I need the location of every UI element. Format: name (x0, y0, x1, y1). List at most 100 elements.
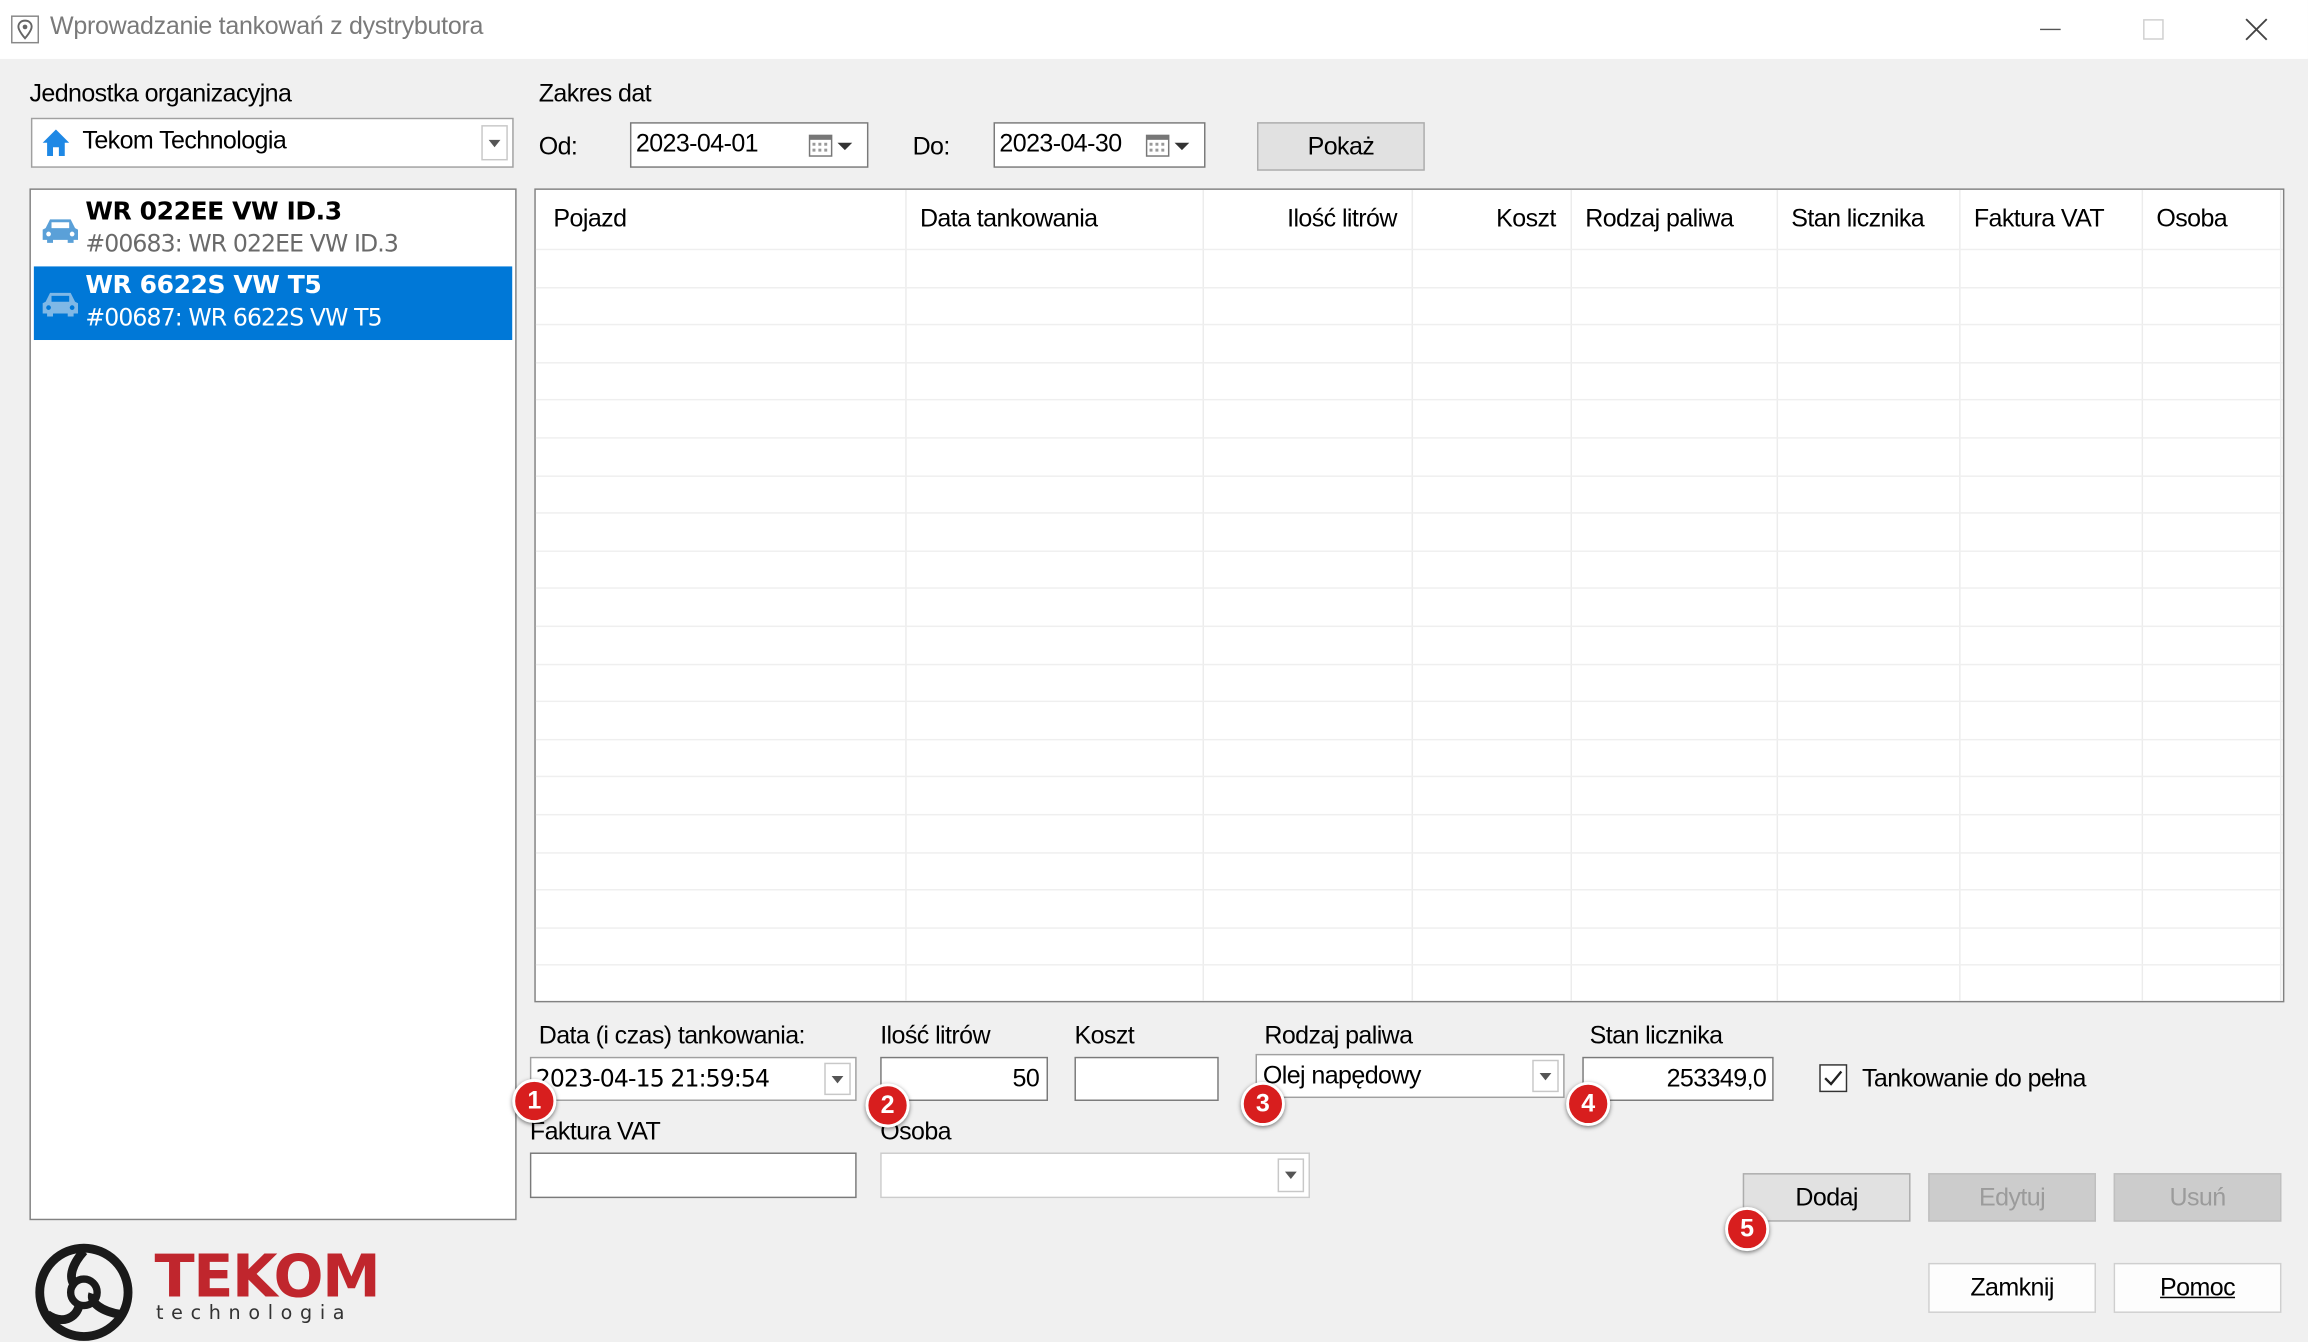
tekom-logo: TEKOM technologia (32, 1239, 385, 1342)
close-window-button[interactable] (2205, 0, 2308, 59)
grid-row-divider (535, 287, 2283, 289)
tekom-logo-icon (35, 1243, 133, 1341)
refuel-grid: Pojazd Data tankowania Ilość litrów Kosz… (534, 188, 2285, 1003)
grid-row-divider (535, 927, 2283, 929)
annotation-badge: 3 (1240, 1081, 1285, 1127)
grid-row-divider (535, 663, 2283, 666)
grid-column-divider (1959, 189, 1961, 1001)
column-header-odometer[interactable]: Stan licznika (1777, 190, 1960, 249)
fuel-type-dropdown[interactable]: Olej napędowy (1255, 1053, 1565, 1099)
date-to-label: Do: (912, 132, 951, 161)
grid-row-divider (535, 362, 2283, 364)
grid-header: Pojazd Data tankowania Ilość litrów Kosz… (536, 190, 2283, 249)
datetime-label: Data (i czas) tankowania: (538, 1021, 806, 1050)
chevron-down-icon[interactable] (481, 125, 508, 161)
calendar-dropdown-icon[interactable] (808, 132, 855, 158)
full-tank-checkbox[interactable] (1819, 1064, 1848, 1093)
chevron-down-icon[interactable] (1277, 1158, 1305, 1193)
grid-column-divider (1776, 189, 1779, 1001)
grid-row-divider (535, 512, 2283, 514)
fuel-entry-window: Wprowadzanie tankowań z dystrybutora Jed… (0, 0, 2308, 1342)
calendar-dropdown-icon[interactable] (1145, 132, 1192, 158)
date-from-value: 2023-04-01 (635, 129, 759, 158)
window-title: Wprowadzanie tankowań z dystrybutora (50, 11, 484, 40)
column-header-liters[interactable]: Ilość litrów (1203, 190, 1412, 249)
add-button[interactable]: Dodaj (1742, 1173, 1911, 1222)
vehicle-subtitle: #00687: WR 6622S VW T5 (85, 303, 382, 332)
checkmark-icon (1824, 1070, 1843, 1086)
help-button[interactable]: Pomoc (2113, 1262, 2282, 1313)
grid-column-divider (1411, 189, 1414, 1001)
home-icon (42, 129, 70, 157)
logo-tagline: technologia (156, 1302, 353, 1325)
annotation-badge: 1 (512, 1078, 557, 1124)
fuel-type-label: Rodzaj paliwa (1264, 1021, 1413, 1050)
grid-column-divider (2279, 189, 2282, 1001)
chevron-down-icon[interactable] (824, 1062, 851, 1096)
grid-row-divider (535, 813, 2283, 816)
column-header-vehicle[interactable]: Pojazd (539, 190, 907, 249)
annotation-badge: 4 (1566, 1081, 1611, 1127)
odometer-input[interactable]: 253349,0 (1582, 1056, 1774, 1101)
cost-input[interactable] (1074, 1056, 1219, 1101)
vehicle-list-item-selected[interactable]: WR 6622S VW T5 #00687: WR 6622S VW T5 (33, 266, 513, 341)
invoice-label: Faktura VAT (529, 1117, 661, 1146)
grid-column-divider (1202, 189, 1205, 1001)
close-icon (2245, 18, 2268, 41)
grid-row-divider (535, 248, 2283, 251)
edit-button[interactable]: Edytuj (1928, 1173, 2096, 1222)
date-to-picker[interactable]: 2023-04-30 (993, 122, 1206, 168)
grid-row-divider (535, 964, 2283, 966)
grid-row-divider (535, 625, 2283, 628)
org-unit-label: Jednostka organizacyjna (29, 79, 292, 108)
grid-row-divider (535, 775, 2283, 778)
column-header-invoice[interactable]: Faktura VAT (1959, 190, 2142, 249)
grid-row-divider (535, 889, 2283, 891)
logo-name: TEKOM (154, 1243, 381, 1312)
vehicle-title: WR 022EE VW ID.3 (85, 197, 342, 227)
vehicle-list: WR 022EE VW ID.3 #00683: WR 022EE VW ID.… (29, 188, 517, 1221)
grid-row-divider (535, 852, 2283, 854)
column-header-person[interactable]: Osoba (2142, 190, 2280, 249)
grid-column-divider (2141, 189, 2144, 1001)
date-range-label: Zakres dat (538, 79, 652, 108)
grid-row-divider (535, 323, 2283, 326)
chevron-down-icon[interactable] (1532, 1059, 1559, 1093)
app-location-icon (11, 15, 40, 44)
maximize-button[interactable] (2102, 0, 2205, 59)
grid-row-divider (535, 738, 2283, 741)
grid-row-divider (535, 398, 2283, 401)
grid-row-divider (535, 550, 2283, 552)
datetime-picker[interactable]: 2023-04-15 21:59:54 (529, 1056, 857, 1101)
column-header-cost[interactable]: Koszt (1412, 190, 1571, 249)
minimize-icon (2040, 28, 2061, 31)
odometer-label: Stan licznika (1589, 1021, 1723, 1050)
close-button[interactable]: Zamknij (1928, 1262, 2096, 1313)
column-header-fuel-type[interactable]: Rodzaj paliwa (1571, 190, 1777, 249)
title-bar: Wprowadzanie tankowań z dystrybutora (0, 0, 2308, 59)
datetime-value: 2023-04-15 21:59:54 (535, 1064, 770, 1093)
minimize-button[interactable] (1999, 0, 2102, 59)
vehicle-title: WR 6622S VW T5 (85, 270, 322, 301)
grid-row-divider (535, 437, 2283, 439)
person-dropdown[interactable] (880, 1152, 1310, 1199)
grid-row-divider (535, 587, 2283, 589)
show-button[interactable]: Pokaż (1257, 122, 1425, 171)
liters-value: 50 (1012, 1064, 1040, 1093)
fuel-type-value: Olej napędowy (1262, 1061, 1421, 1090)
invoice-input[interactable] (529, 1152, 857, 1199)
org-unit-dropdown[interactable]: Tekom Technologia (30, 117, 514, 168)
grid-column-divider (905, 189, 907, 1001)
column-header-date[interactable]: Data tankowania (905, 190, 1202, 249)
odometer-value: 253349,0 (1666, 1064, 1767, 1093)
annotation-badge: 5 (1725, 1206, 1770, 1252)
date-from-picker[interactable]: 2023-04-01 (629, 122, 869, 168)
grid-row-divider (535, 475, 2283, 477)
vehicle-list-item[interactable]: WR 022EE VW ID.3 #00683: WR 022EE VW ID.… (34, 193, 512, 267)
full-tank-label[interactable]: Tankowanie do pełna (1862, 1064, 2087, 1093)
vehicle-subtitle: #00683: WR 022EE VW ID.3 (85, 229, 399, 258)
delete-button[interactable]: Usuń (2113, 1173, 2282, 1222)
org-unit-value: Tekom Technologia (82, 126, 287, 155)
car-icon (42, 219, 79, 243)
liters-label: Ilość litrów (880, 1021, 990, 1050)
